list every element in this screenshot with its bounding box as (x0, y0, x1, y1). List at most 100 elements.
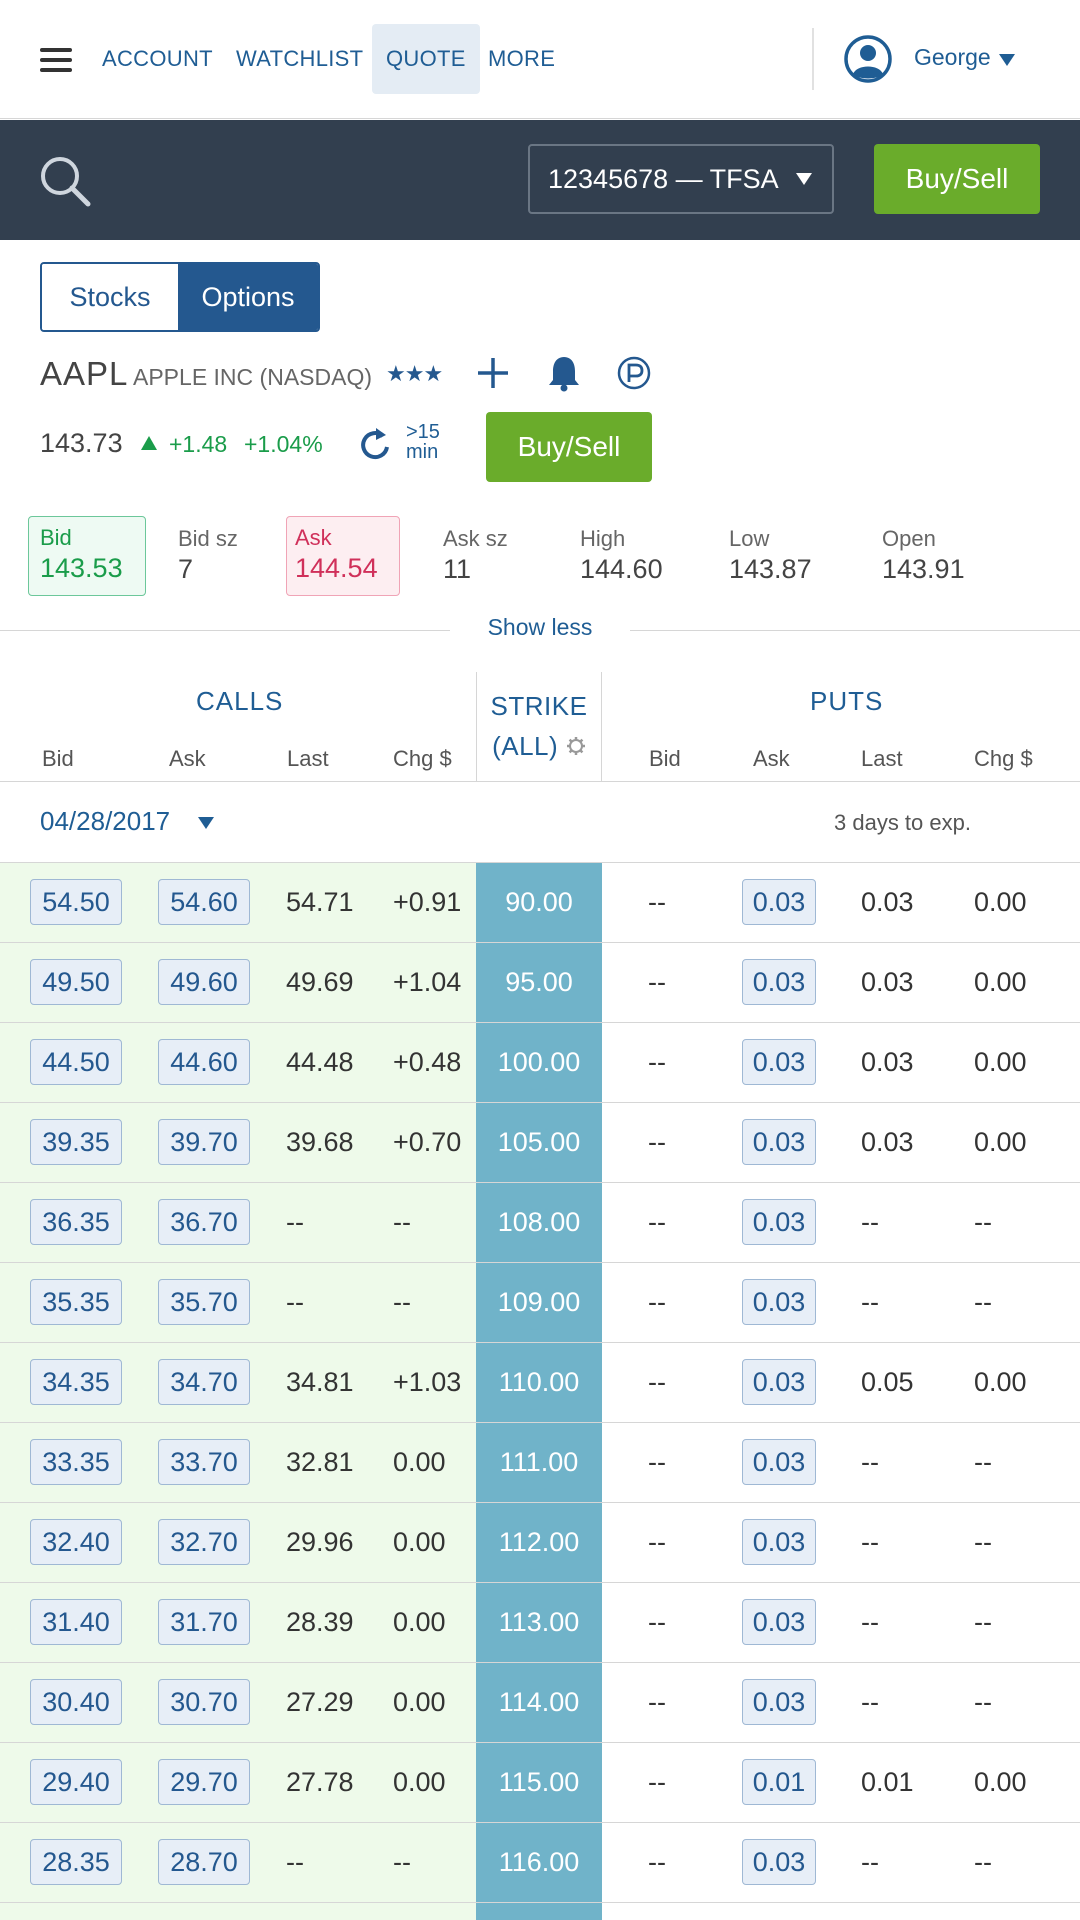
refresh-icon[interactable] (358, 426, 392, 462)
call-bid-button[interactable]: 44.50 (30, 1039, 122, 1085)
call-ask-button[interactable]: 33.70 (158, 1439, 250, 1485)
call-ask-button[interactable]: 35.70 (158, 1279, 250, 1325)
put-ask-button[interactable]: 0.03 (742, 1119, 816, 1165)
menu-icon[interactable] (40, 48, 72, 72)
chevron-down-icon[interactable] (198, 817, 214, 829)
strike-price[interactable]: 109.00 (476, 1263, 602, 1342)
nav-account[interactable]: ACCOUNT (88, 24, 227, 94)
buy-sell-button[interactable]: Buy/Sell (874, 144, 1040, 214)
call-ask-button[interactable]: 28.70 (158, 1839, 250, 1885)
call-ask-button[interactable]: 44.60 (158, 1039, 250, 1085)
delay-unit: min (406, 441, 439, 463)
p-circle-icon[interactable] (617, 356, 651, 390)
call-bid-button[interactable]: 33.35 (30, 1439, 122, 1485)
call-last: 27.78 (286, 1767, 354, 1797)
call-ask-button[interactable]: 36.70 (158, 1199, 250, 1245)
calls-bid-header[interactable]: Bid (42, 746, 74, 772)
strike-price[interactable]: 115.00 (476, 1743, 602, 1822)
call-ask-button[interactable]: 31.70 (158, 1599, 250, 1645)
call-bid-button[interactable]: 35.35 (30, 1279, 122, 1325)
high-value: 144.60 (580, 554, 663, 584)
put-ask-button[interactable]: 0.03 (742, 879, 816, 925)
call-ask-button[interactable]: 30.70 (158, 1679, 250, 1725)
puts-ask-header[interactable]: Ask (753, 746, 790, 772)
put-bid: -- (648, 1527, 666, 1557)
delay-indicator: >15 min (406, 422, 440, 462)
strike-price[interactable]: 95.00 (476, 943, 602, 1022)
add-to-watchlist-icon[interactable] (476, 356, 510, 390)
put-ask-button[interactable]: 0.03 (742, 959, 816, 1005)
put-last: 0.03 (861, 1127, 914, 1157)
call-ask-button[interactable]: 39.70 (158, 1119, 250, 1165)
calls-ask-header[interactable]: Ask (169, 746, 206, 772)
strike-price[interactable]: 110.00 (476, 1343, 602, 1422)
bid-stat[interactable]: Bid 143.53 (28, 516, 146, 596)
call-ask-button[interactable]: 34.70 (158, 1359, 250, 1405)
strike-price[interactable]: 111.00 (476, 1423, 602, 1502)
call-bid-button[interactable]: 34.35 (30, 1359, 122, 1405)
call-bid-button[interactable]: 39.35 (30, 1119, 122, 1165)
put-ask-button[interactable]: 0.03 (742, 1679, 816, 1725)
chevron-down-icon[interactable] (999, 54, 1015, 66)
bell-icon[interactable] (547, 354, 581, 392)
call-bid-button[interactable]: 54.50 (30, 879, 122, 925)
strike-price[interactable]: 105.00 (476, 1103, 602, 1182)
call-change: -- (393, 1847, 411, 1877)
calls-chg-header[interactable]: Chg $ (393, 746, 452, 772)
user-avatar-icon[interactable] (843, 34, 893, 84)
quote-buy-sell-button[interactable]: Buy/Sell (486, 412, 652, 482)
put-ask-button[interactable]: 0.03 (742, 1039, 816, 1085)
strike-filter[interactable]: STRIKE (ALL) (476, 672, 602, 782)
put-ask-button[interactable]: 0.03 (742, 1359, 816, 1405)
puts-last-header[interactable]: Last (861, 746, 903, 772)
put-ask-button[interactable]: 0.03 (742, 1199, 816, 1245)
put-ask-button[interactable]: 0.03 (742, 1839, 816, 1885)
strike-price[interactable]: 100.00 (476, 1023, 602, 1102)
strike-price[interactable]: 112.00 (476, 1503, 602, 1582)
call-bid-button[interactable]: 30.40 (30, 1679, 122, 1725)
call-ask-button[interactable]: 54.60 (158, 879, 250, 925)
tab-stocks[interactable]: Stocks (42, 264, 179, 330)
strike-price[interactable]: 113.00 (476, 1583, 602, 1662)
call-ask-button[interactable]: 32.70 (158, 1519, 250, 1565)
nav-more[interactable]: MORE (474, 24, 569, 94)
open-label: Open (882, 526, 936, 551)
call-bid-button[interactable]: 31.40 (30, 1599, 122, 1645)
puts-bid-header[interactable]: Bid (649, 746, 681, 772)
open-stat: Open 143.91 (882, 516, 965, 596)
account-select[interactable]: 12345678 — TFSA (528, 144, 834, 214)
nav-quote[interactable]: QUOTE (372, 24, 480, 94)
call-ask-button[interactable]: 49.60 (158, 959, 250, 1005)
call-bid-button[interactable]: 36.35 (30, 1199, 122, 1245)
gear-icon[interactable] (566, 736, 586, 756)
strike-price[interactable]: 116.00 (476, 1823, 602, 1902)
table-row: 31.40 31.70 28.39 0.00 113.00 -- 0.03 -- -- (0, 1583, 1080, 1663)
user-name[interactable]: George (914, 44, 991, 71)
call-ask-button[interactable]: 29.70 (158, 1759, 250, 1805)
put-ask-button[interactable]: 0.03 (742, 1279, 816, 1325)
puts-title: PUTS (810, 686, 884, 716)
strike-price[interactable]: 108.00 (476, 1183, 602, 1262)
strike-price[interactable]: 90.00 (476, 863, 602, 942)
calls-last-header[interactable]: Last (287, 746, 329, 772)
put-change: -- (974, 1607, 992, 1637)
put-last: -- (861, 1287, 879, 1317)
call-bid-button[interactable]: 49.50 (30, 959, 122, 1005)
tab-options[interactable]: Options (178, 264, 318, 330)
put-ask-button[interactable]: 0.03 (742, 1599, 816, 1645)
put-ask-button[interactable]: 0.03 (742, 1439, 816, 1485)
call-bid-button[interactable]: 28.35 (30, 1839, 122, 1885)
nav-watchlist[interactable]: WATCHLIST (222, 24, 377, 94)
puts-chg-header[interactable]: Chg $ (974, 746, 1033, 772)
table-row: 30.40 30.70 27.29 0.00 114.00 -- 0.03 -- -- (0, 1663, 1080, 1743)
show-less-link[interactable]: Show less (450, 614, 630, 641)
put-last: 0.05 (861, 1367, 914, 1397)
search-icon[interactable] (38, 154, 92, 208)
expiry-select[interactable]: 04/28/2017 (40, 806, 170, 837)
ask-stat[interactable]: Ask 144.54 (286, 516, 400, 596)
strike-price[interactable]: 114.00 (476, 1663, 602, 1742)
call-bid-button[interactable]: 29.40 (30, 1759, 122, 1805)
call-bid-button[interactable]: 32.40 (30, 1519, 122, 1565)
put-ask-button[interactable]: 0.03 (742, 1519, 816, 1565)
put-ask-button[interactable]: 0.01 (742, 1759, 816, 1805)
